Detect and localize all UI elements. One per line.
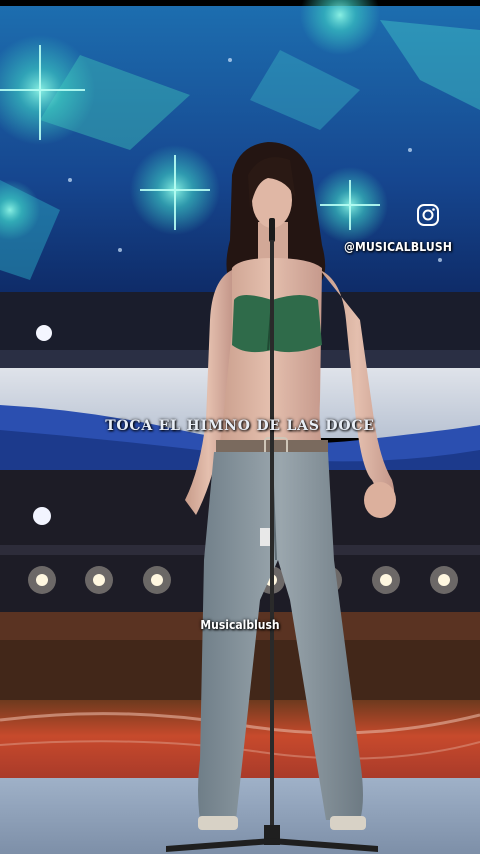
video-frame: @MUSICALBLUSH TOCA EL HIMNO DE LAS DOCE …	[0, 0, 480, 854]
instagram-icon	[417, 204, 439, 226]
watermark-text: Musicalblush	[200, 618, 280, 632]
subtitle-caption: TOCA EL HIMNO DE LAS DOCE	[105, 418, 375, 434]
social-handle: @MUSICALBLUSH	[344, 240, 453, 254]
